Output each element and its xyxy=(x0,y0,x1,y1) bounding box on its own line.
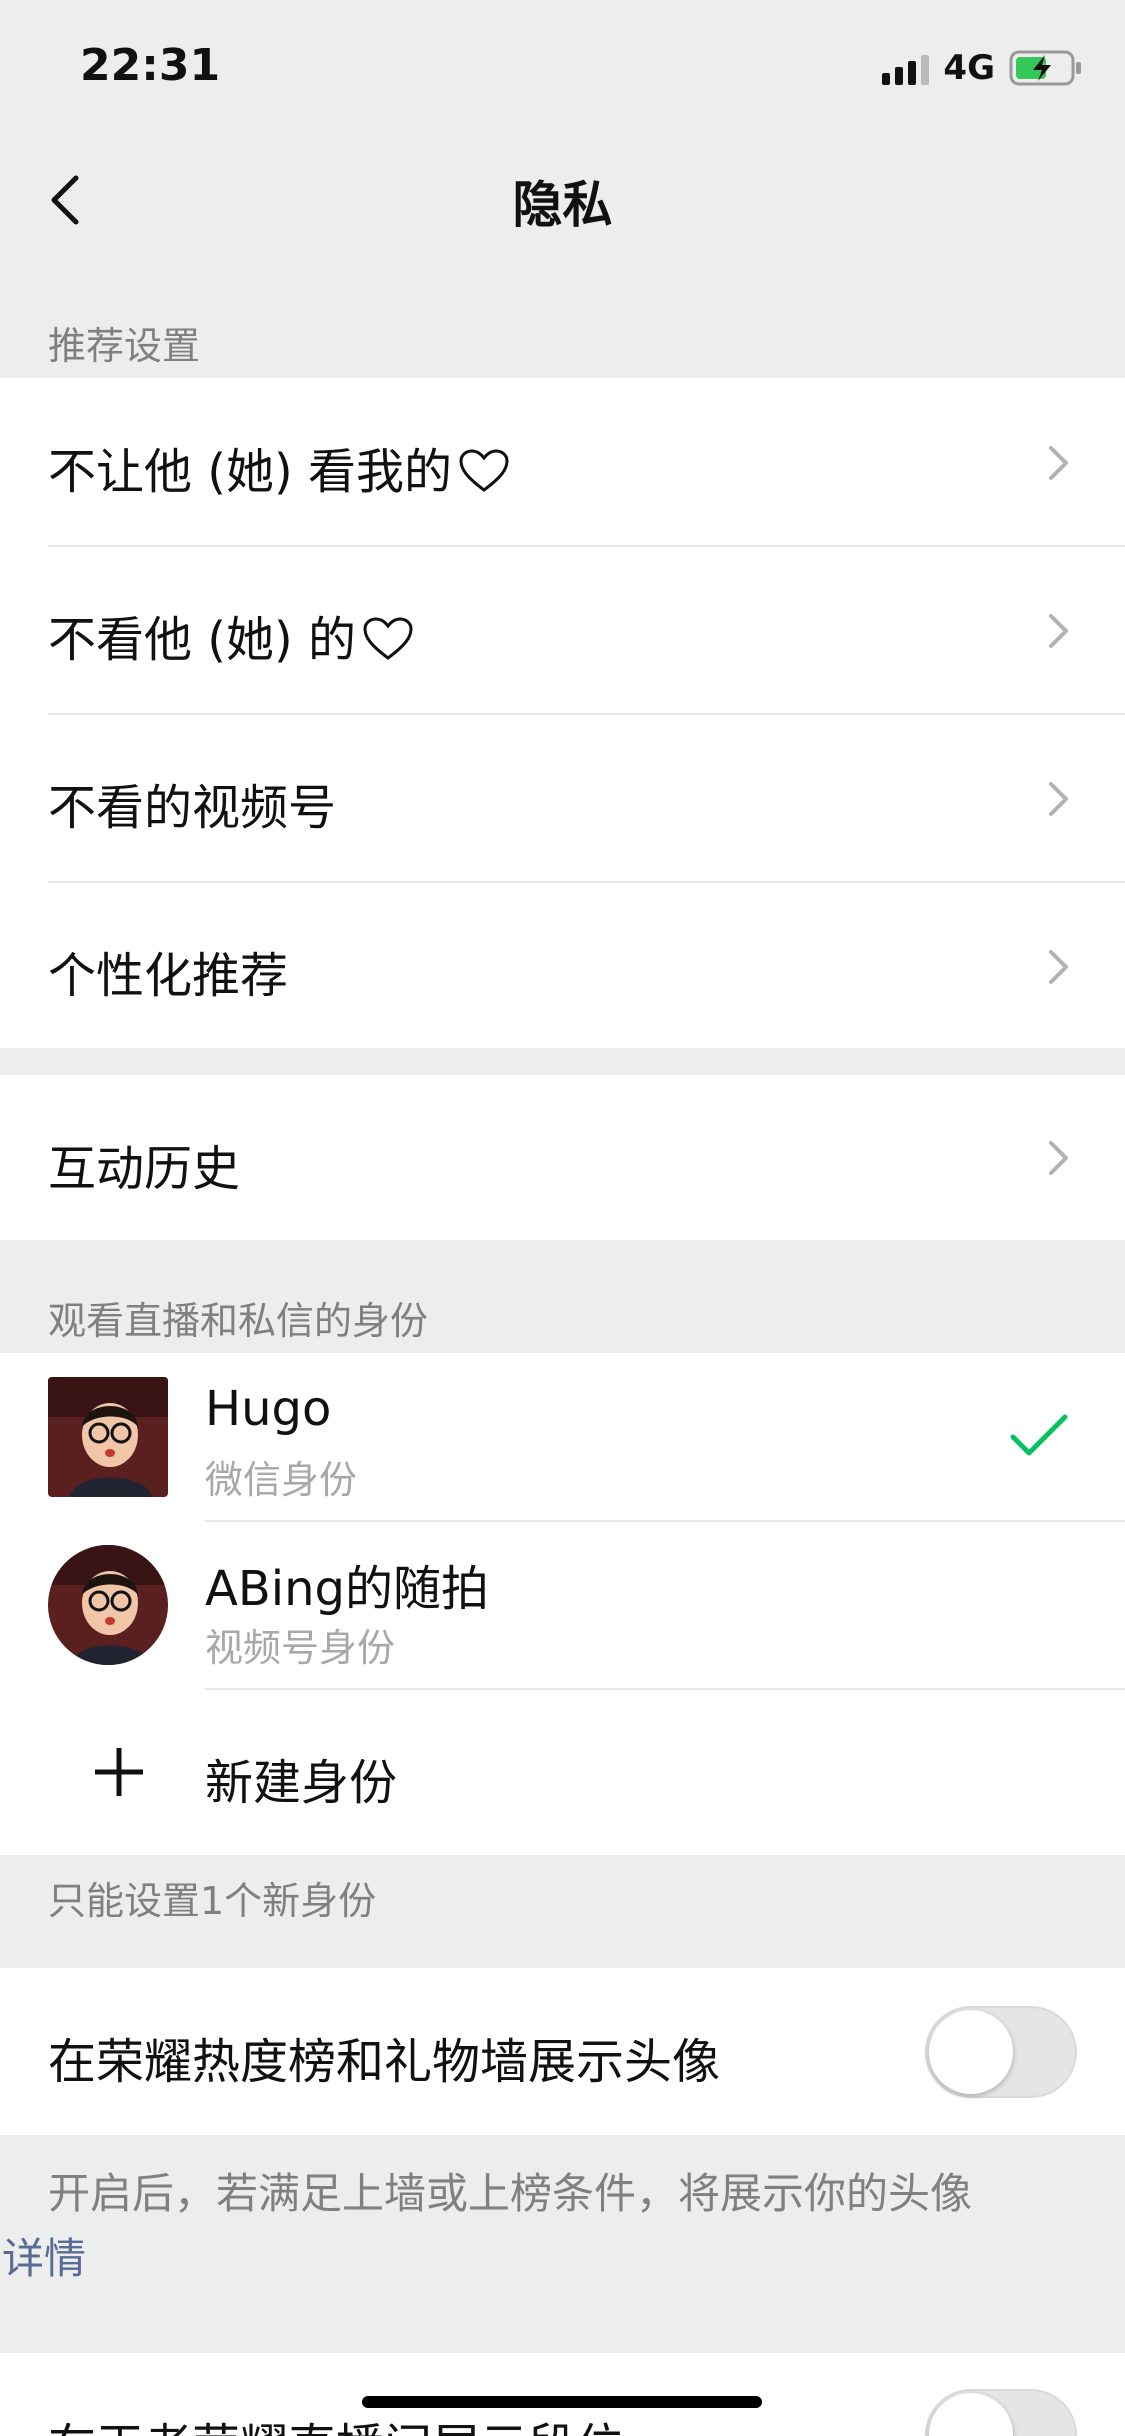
identity-item-wechat[interactable]: Hugo 微信身份 xyxy=(0,1353,1125,1521)
avatar xyxy=(48,1377,168,1497)
identity-type: 微信身份 xyxy=(205,1458,358,1502)
identity-note: 只能设置1个新身份 xyxy=(48,1879,377,1923)
king-rank-label: 在王者荣耀直播间展示段位 xyxy=(48,2407,624,2436)
identity-panel: Hugo 微信身份 ABing的随拍 视频号身份 新建身份 xyxy=(0,1353,1125,1855)
section-label-identity: 观看直播和私信的身份 xyxy=(48,1299,429,1343)
identity-name: ABing的随拍 xyxy=(205,1561,489,1617)
toggle-knob xyxy=(929,2010,1013,2094)
avatar xyxy=(48,1545,168,1665)
plus-icon xyxy=(95,1748,143,1796)
row-hidden-channels[interactable]: 不看的视频号 xyxy=(0,714,1125,882)
row-label: 不让他 (她) 看我的 xyxy=(48,432,510,502)
chevron-right-icon xyxy=(1049,782,1068,816)
identity-name: Hugo xyxy=(205,1381,332,1437)
signal-icon xyxy=(882,51,930,85)
honor-avatar-label: 在荣耀热度榜和礼物墙展示头像 xyxy=(48,2034,721,2090)
identity-item-channel[interactable]: ABing的随拍 视频号身份 xyxy=(0,1521,1125,1689)
honor-avatar-row: 在荣耀热度榜和礼物墙展示头像 xyxy=(0,1968,1125,2135)
row-label: 个性化推荐 xyxy=(48,948,289,1004)
heart-icon xyxy=(459,449,509,492)
new-identity-label: 新建身份 xyxy=(205,1755,398,1811)
status-indicators: 4G xyxy=(882,46,1083,90)
history-label: 互动历史 xyxy=(48,1141,241,1197)
recommend-panel: 不让他 (她) 看我的 不看他 (她) 的 不看的视频号 个性化推荐 xyxy=(0,378,1125,1048)
king-rank-toggle[interactable] xyxy=(925,2389,1077,2436)
king-rank-row: 在王者荣耀直播间展示段位 xyxy=(0,2353,1125,2436)
honor-avatar-toggle[interactable] xyxy=(925,2006,1077,2098)
section-label-recommend: 推荐设置 xyxy=(48,324,201,368)
network-type: 4G xyxy=(943,48,995,88)
row-not-view[interactable]: 不看他 (她) 的 xyxy=(0,546,1125,714)
home-indicator xyxy=(362,2396,762,2408)
check-icon xyxy=(1010,1414,1068,1456)
heart-icon xyxy=(363,617,413,660)
chevron-right-icon xyxy=(1049,614,1068,648)
row-hide-from[interactable]: 不让他 (她) 看我的 xyxy=(0,378,1125,546)
history-row[interactable]: 互动历史 xyxy=(0,1075,1125,1240)
new-identity-button[interactable]: 新建身份 xyxy=(0,1689,1125,1855)
chevron-right-icon xyxy=(1049,446,1068,480)
chevron-right-icon xyxy=(1049,1141,1068,1175)
page-title: 隐私 xyxy=(512,176,613,234)
detail-link[interactable]: 详情 xyxy=(2,2225,86,2286)
chevron-right-icon xyxy=(1049,950,1068,984)
status-time: 22:31 xyxy=(80,40,221,91)
row-label: 不看他 (她) 的 xyxy=(48,600,414,670)
toggle-knob xyxy=(929,2393,1013,2436)
row-personalized[interactable]: 个性化推荐 xyxy=(0,882,1125,1048)
honor-description: 开启后，若满足上墙或上榜条件，将展示你的头像 xyxy=(48,2169,973,2218)
identity-type: 视频号身份 xyxy=(205,1626,396,1670)
battery-icon xyxy=(1009,50,1081,86)
row-label: 不看的视频号 xyxy=(48,780,337,836)
